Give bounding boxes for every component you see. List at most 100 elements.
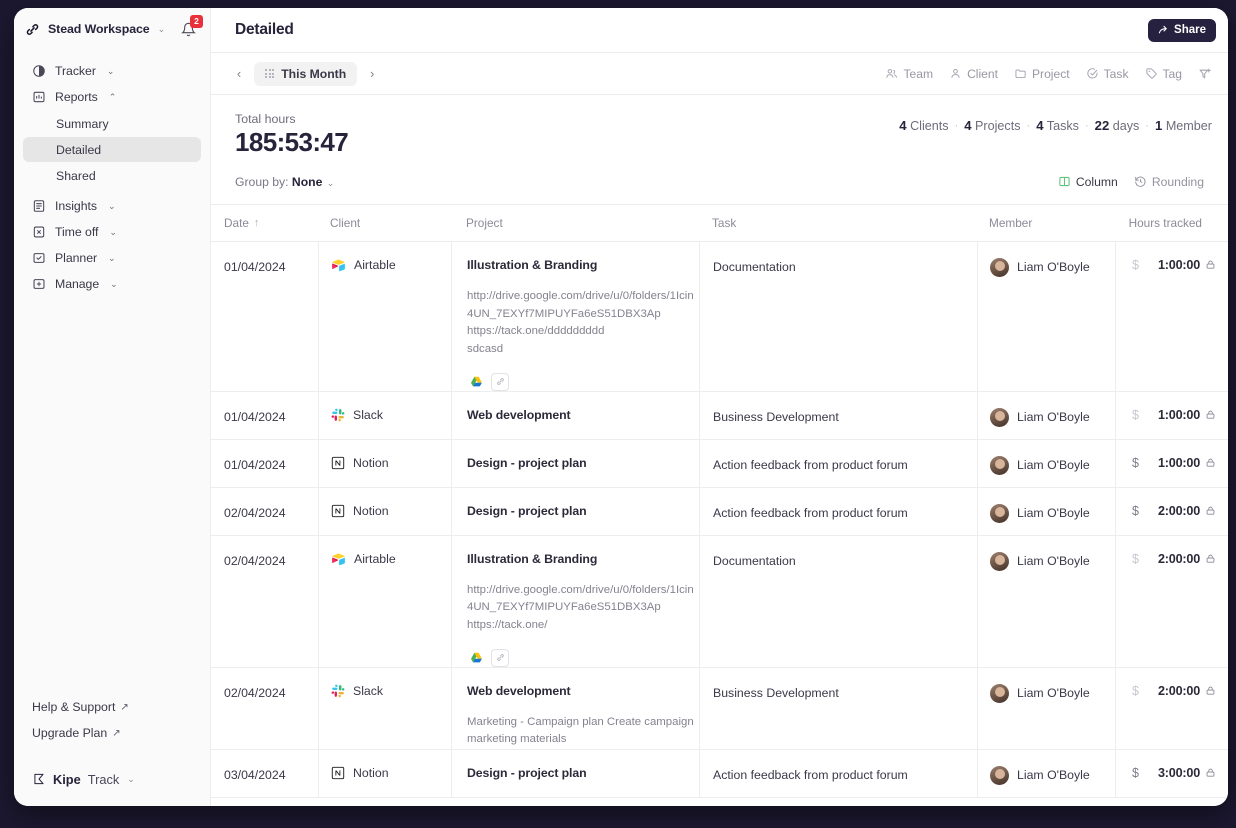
google-drive-attachment[interactable] — [467, 373, 485, 391]
chevron-left-icon[interactable]: ‹ — [229, 63, 249, 85]
column-header-client[interactable]: Client — [318, 216, 451, 230]
column-button[interactable]: Column — [1050, 171, 1126, 193]
share-button[interactable]: Share — [1148, 18, 1216, 42]
lock-icon — [1206, 686, 1214, 695]
sidebar-item-time-off[interactable]: Time off ⌄ — [23, 219, 201, 245]
row-member: Liam O'Boyle — [1017, 686, 1090, 701]
lock-icon[interactable] — [1200, 409, 1220, 421]
row-date: 01/04/2024 — [224, 259, 286, 274]
product-switcher[interactable]: Kipe Track ⌄ — [14, 766, 210, 792]
sidebar-item-reports[interactable]: Reports ⌃ — [23, 84, 201, 110]
lock-icon — [1206, 260, 1214, 269]
link-attachment[interactable] — [491, 648, 509, 667]
billable-icon[interactable]: $ — [1126, 408, 1139, 422]
billable-icon[interactable]: $ — [1126, 258, 1139, 272]
billable-icon[interactable]: $ — [1126, 684, 1139, 698]
sidebar-subitem-label: Summary — [56, 116, 109, 131]
row-project: Illustration & Branding — [467, 257, 598, 272]
row-task: Business Development — [713, 685, 839, 700]
column-header-hours-tracked[interactable]: Hours tracked — [1115, 216, 1228, 230]
sidebar-item-tracker[interactable]: Tracker ⌄ — [23, 58, 201, 84]
filter-team[interactable]: Team — [878, 62, 940, 86]
detailed-table[interactable]: Date ↑ Client Project Task Member Hours … — [211, 203, 1228, 806]
workspace-header[interactable]: Stead Workspace ⌄ 2 — [14, 8, 210, 50]
column-header-date[interactable]: Date ↑ — [211, 216, 318, 230]
lock-icon[interactable] — [1200, 685, 1220, 697]
row-date: 01/04/2024 — [224, 457, 286, 472]
column-header-project[interactable]: Project — [451, 216, 699, 230]
top-bar: Detailed Share — [211, 8, 1228, 53]
upgrade-plan-link[interactable]: Upgrade Plan ↗ — [14, 720, 210, 746]
column-header-task[interactable]: Task — [699, 216, 977, 230]
filter-task[interactable]: Task — [1079, 62, 1136, 86]
sidebar-item-shared[interactable]: Shared — [23, 163, 201, 188]
add-filter-button[interactable] — [1191, 62, 1212, 86]
lock-icon[interactable] — [1200, 767, 1220, 779]
project-folder-icon — [1014, 67, 1027, 80]
row-client: Slack — [353, 683, 384, 698]
link-icon — [496, 654, 504, 661]
notion-icon — [331, 766, 345, 780]
lock-icon[interactable] — [1200, 259, 1220, 271]
cell-client: Notion — [318, 439, 451, 487]
cell-project: Web development Marketing - Campaign plan… — [451, 667, 699, 749]
column-header-member[interactable]: Member — [977, 216, 1115, 230]
google-drive-attachment[interactable] — [467, 649, 485, 667]
filter-tag-label: Tag — [1162, 66, 1183, 81]
period-selector[interactable]: This Month — [254, 61, 358, 86]
share-arrow-icon — [1158, 25, 1169, 36]
link-attachment[interactable] — [491, 372, 509, 391]
table-row[interactable]: 01/04/2024 Notion Design - project plan Act… — [211, 439, 1228, 488]
table-row[interactable]: 03/04/2024 Notion Design - project plan Act… — [211, 749, 1228, 798]
table-row[interactable]: 02/04/2024 Notion Design - project plan Act… — [211, 487, 1228, 536]
row-hours: 1:00:00 — [1157, 407, 1200, 422]
table-row[interactable]: 01/04/2024 Slack Web development Business D… — [211, 391, 1228, 440]
table-row[interactable]: 02/04/2024 Slack Web development Marketing … — [211, 667, 1228, 750]
table-row[interactable]: 01/04/2024 Airtable Illustration & Brandin… — [211, 241, 1228, 392]
rounding-button[interactable]: Rounding — [1126, 171, 1212, 193]
group-by-selector[interactable]: Group by: None ⌄ — [235, 175, 334, 189]
table-header-row: Date ↑ Client Project Task Member Hours … — [211, 205, 1228, 242]
row-member: Liam O'Boyle — [1017, 768, 1090, 783]
billable-icon[interactable]: $ — [1126, 552, 1139, 566]
chevron-up-icon: ⌃ — [108, 91, 117, 102]
sidebar-subitem-label: Shared — [56, 168, 96, 183]
page-title: Detailed — [235, 21, 294, 38]
cell-member: Liam O'Boyle — [977, 391, 1115, 439]
sidebar-item-label: Tracker — [55, 64, 96, 78]
cell-hours-tracked: $2:00:00 — [1115, 667, 1228, 749]
sidebar-item-insights[interactable]: Insights ⌄ — [23, 193, 201, 219]
row-date: 01/04/2024 — [224, 409, 286, 424]
table-row[interactable]: 02/04/2024 Airtable Illustration & Brandin… — [211, 535, 1228, 668]
lock-icon[interactable] — [1200, 457, 1220, 469]
filter-tag[interactable]: Tag — [1138, 62, 1190, 86]
sidebar-item-summary[interactable]: Summary — [23, 111, 201, 136]
billable-icon[interactable]: $ — [1126, 766, 1139, 780]
billable-icon[interactable]: $ — [1126, 504, 1139, 518]
cell-task: Documentation — [699, 535, 977, 667]
lock-icon[interactable] — [1200, 505, 1220, 517]
filter-project[interactable]: Project — [1007, 62, 1077, 86]
cell-task: Documentation — [699, 241, 977, 391]
row-date: 02/04/2024 — [224, 505, 286, 520]
filter-client[interactable]: Client — [942, 62, 1005, 86]
notifications-button[interactable]: 2 — [179, 15, 203, 39]
cell-date: 02/04/2024 — [211, 536, 318, 667]
row-project: Design - project plan — [467, 765, 587, 780]
chevron-right-icon[interactable]: › — [362, 63, 382, 85]
separator: · — [1084, 119, 1089, 132]
total-hours-block: Total hours 185:53:47 — [235, 112, 899, 158]
row-client: Airtable — [354, 552, 396, 567]
sidebar-item-planner[interactable]: Planner ⌄ — [23, 245, 201, 271]
lock-icon[interactable] — [1200, 553, 1220, 565]
avatar — [990, 503, 1009, 523]
chevron-down-icon[interactable]: ⌄ — [158, 24, 166, 35]
sidebar-item-manage[interactable]: Manage ⌄ — [23, 271, 201, 297]
sidebar-item-detailed[interactable]: Detailed — [23, 137, 201, 162]
lock-icon — [1206, 458, 1214, 467]
billable-icon[interactable]: $ — [1126, 456, 1139, 470]
help-and-support-link[interactable]: Help & Support ↗ — [14, 694, 210, 720]
cell-hours-tracked: $1:00:00 — [1115, 439, 1228, 487]
chevron-down-icon: ⌄ — [108, 252, 116, 263]
column-icon — [1058, 175, 1071, 188]
